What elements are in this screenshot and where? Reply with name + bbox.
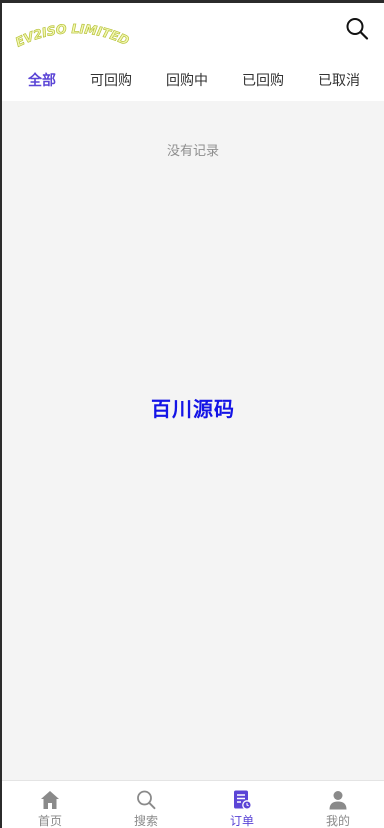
tab-cancelled[interactable]: 已取消 (318, 65, 360, 97)
bottom-nav: 首页 搜索 订单 我的 (2, 780, 384, 828)
nav-orders-label: 订单 (229, 814, 254, 828)
tab-all[interactable]: 全部 (28, 65, 56, 97)
app-frame: EV2ISO LIMITED 全部 可回购 回购中 已回购 已取消 没有记录 百… (2, 3, 384, 828)
logo-text: EV2ISO LIMITED (14, 21, 131, 50)
search-icon[interactable] (344, 16, 370, 42)
empty-state-text: 没有记录 (166, 144, 219, 159)
nav-profile-label: 我的 (325, 814, 350, 828)
tab-redeeming[interactable]: 回购中 (166, 65, 208, 97)
svg-text:EV2ISO LIMITED: EV2ISO LIMITED (14, 21, 131, 50)
brand-logo: EV2ISO LIMITED (14, 21, 132, 50)
nav-search[interactable]: 搜索 (98, 781, 194, 828)
nav-home-label: 首页 (37, 814, 62, 828)
nav-profile[interactable]: 我的 (290, 781, 384, 828)
user-icon (329, 791, 347, 810)
nav-search-label: 搜索 (133, 814, 158, 828)
home-icon (41, 791, 59, 809)
watermark-text: 百川源码 (151, 397, 235, 421)
nav-home[interactable]: 首页 (2, 781, 98, 828)
tab-redeemed[interactable]: 已回购 (242, 65, 284, 97)
order-icon (234, 790, 252, 810)
nav-orders[interactable]: 订单 (194, 781, 290, 828)
tab-redeemable[interactable]: 可回购 (90, 65, 132, 97)
app-header: EV2ISO LIMITED 全部 可回购 回购中 已回购 已取消 (2, 3, 384, 101)
search-icon (137, 790, 156, 810)
order-status-tabs: 全部 可回购 回购中 已回购 已取消 (2, 65, 384, 97)
